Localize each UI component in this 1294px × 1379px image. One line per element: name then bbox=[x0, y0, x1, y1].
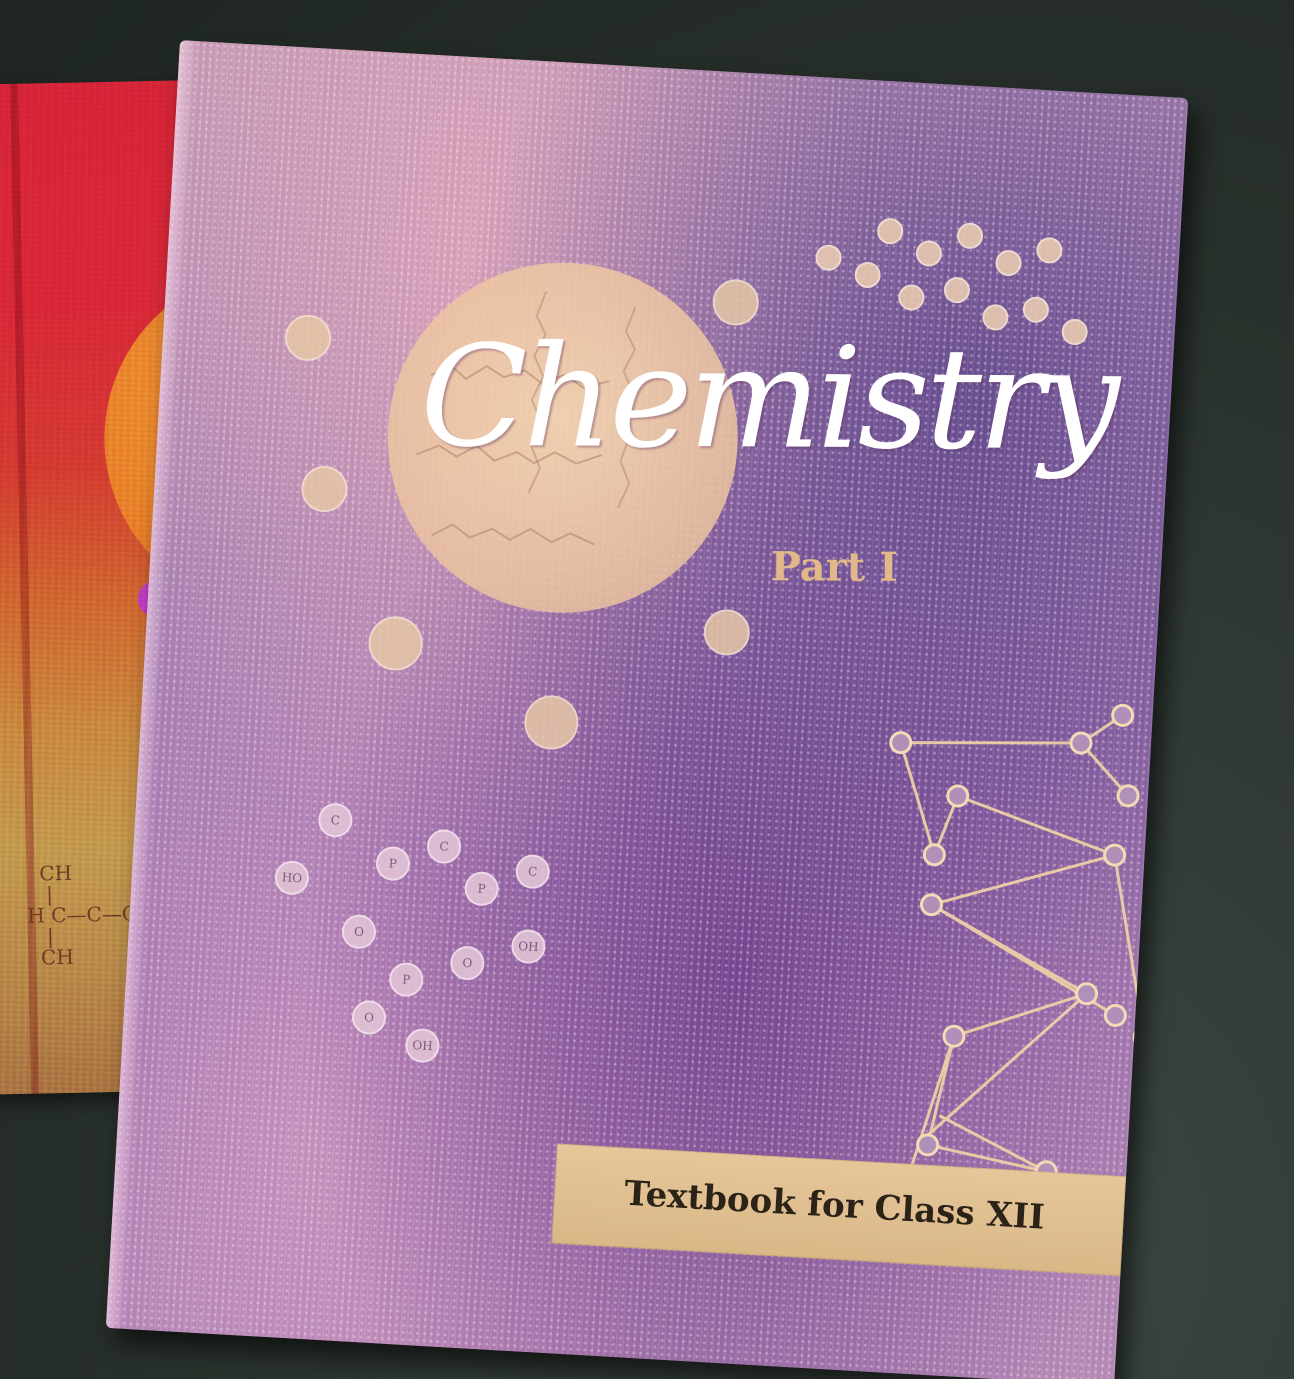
molecule-label: C bbox=[330, 813, 340, 828]
molecule-label: OH bbox=[518, 939, 539, 954]
molecule-label: HO bbox=[281, 870, 302, 885]
molecule-label: O bbox=[354, 925, 365, 940]
back-book-spine-edge bbox=[9, 83, 40, 1094]
molecule-label: C bbox=[439, 839, 449, 854]
molecule-label: C bbox=[528, 864, 538, 879]
front-book-title: Chemistry bbox=[419, 315, 1117, 483]
front-book-label: Textbook for Class XII bbox=[623, 1173, 1046, 1238]
front-book-cover: C P C P C HO O OH O P O OH Chemistry Par… bbox=[105, 40, 1189, 1379]
molecule-label: OH bbox=[412, 1038, 433, 1053]
molecule-label: P bbox=[389, 856, 398, 870]
molecule-label: P bbox=[402, 972, 411, 986]
back-book-formula: CH | H C—C—C | CH bbox=[27, 860, 138, 970]
photo-scene: C CH | H C—C—C | CH bbox=[0, 0, 1294, 1379]
molecule-label: O bbox=[364, 1010, 375, 1025]
molecule-label: P bbox=[477, 882, 486, 896]
front-book-subtitle: Part I bbox=[770, 543, 898, 591]
molecule-label: O bbox=[462, 956, 473, 971]
